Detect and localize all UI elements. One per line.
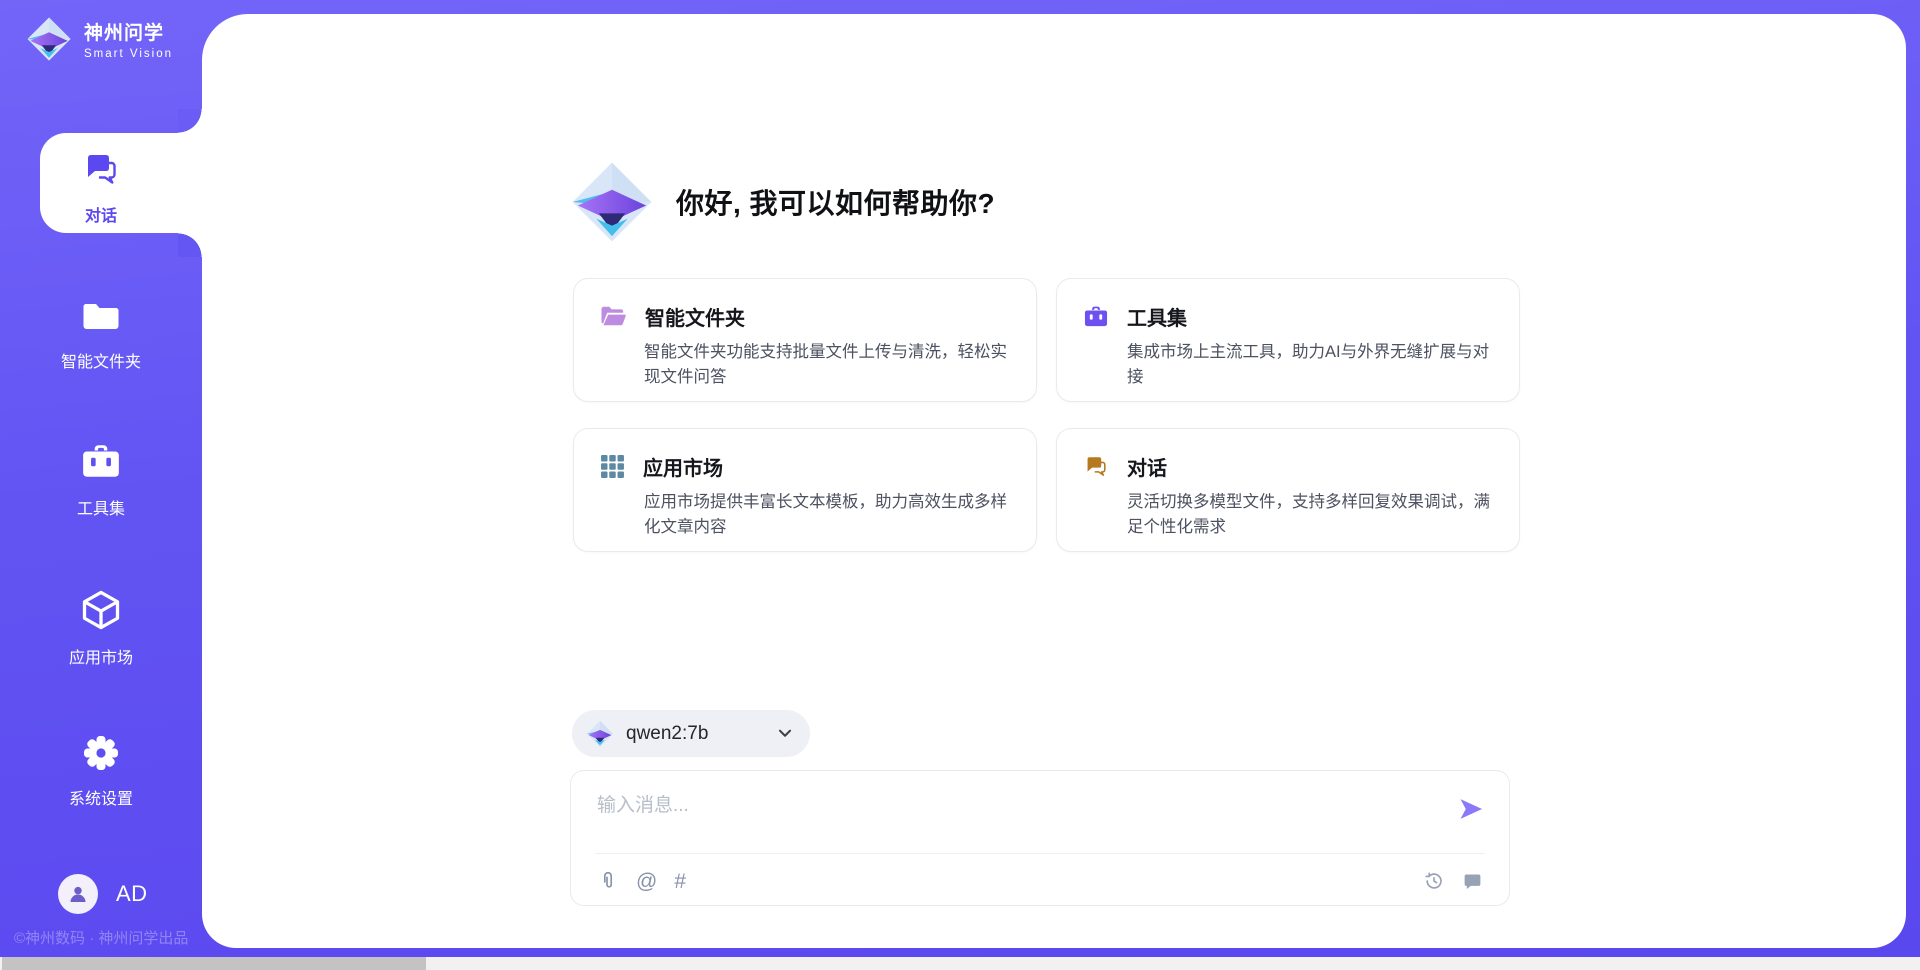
main-panel: 你好, 我可以如何帮助你? 智能文件夹 智能文件夹功能支持批量文件上传与清洗，轻… xyxy=(202,14,1906,948)
person-icon xyxy=(66,882,90,906)
greeting: 你好, 我可以如何帮助你? xyxy=(570,160,995,244)
model-name: qwen2:7b xyxy=(626,723,766,745)
card-app-market[interactable]: 应用市场 应用市场提供丰富长文本模板，助力高效生成多样化文章内容 xyxy=(573,428,1037,552)
horizontal-scrollbar-track[interactable] xyxy=(0,957,1920,970)
sidebar-item-label: 工具集 xyxy=(0,495,202,519)
card-title: 工具集 xyxy=(1127,302,1187,331)
user-initials: AD xyxy=(116,881,148,907)
sidebar: 神州问学 Smart Vision 对话 智能文件夹 工具集 应 xyxy=(0,0,202,970)
hashtag-icon[interactable]: # xyxy=(674,871,686,892)
gear-icon xyxy=(81,733,121,773)
cube-icon xyxy=(79,588,123,632)
sidebar-item-app-market[interactable]: 应用市场 xyxy=(0,588,202,668)
card-description: 集成市场上主流工具，助力AI与外界无缝扩展与对接 xyxy=(1127,340,1493,390)
assistant-diamond-icon xyxy=(570,160,654,244)
sidebar-item-label: 对话 xyxy=(0,202,202,226)
brand-diamond-icon xyxy=(26,16,72,62)
message-input[interactable] xyxy=(597,789,1437,823)
sidebar-item-label: 智能文件夹 xyxy=(0,348,202,372)
folder-icon xyxy=(81,296,121,336)
card-title: 智能文件夹 xyxy=(645,302,745,331)
card-chat[interactable]: 对话 灵活切换多模型文件，支持多样回复效果调试，满足个性化需求 xyxy=(1056,428,1520,552)
grid-icon xyxy=(600,454,625,479)
history-icon[interactable] xyxy=(1423,870,1445,892)
open-folder-icon xyxy=(600,305,627,328)
chat-bubble-icon[interactable] xyxy=(1462,871,1483,892)
card-toolset[interactable]: 工具集 集成市场上主流工具，助力AI与外界无缝扩展与对接 xyxy=(1056,278,1520,402)
mention-icon[interactable]: @ xyxy=(636,871,657,892)
card-description: 智能文件夹功能支持批量文件上传与清洗，轻松实现文件问答 xyxy=(644,340,1010,390)
app-name: 神州问学 xyxy=(84,18,173,45)
toolbox-icon xyxy=(80,441,122,483)
card-description: 应用市场提供丰富长文本模板，助力高效生成多样化文章内容 xyxy=(644,490,1010,540)
app-logo: 神州问学 Smart Vision xyxy=(26,16,173,62)
sidebar-item-toolset[interactable]: 工具集 xyxy=(0,441,202,519)
chat-bubbles-icon xyxy=(1083,454,1109,480)
card-description: 灵活切换多模型文件，支持多样回复效果调试，满足个性化需求 xyxy=(1127,490,1493,540)
card-smart-folder[interactable]: 智能文件夹 智能文件夹功能支持批量文件上传与清洗，轻松实现文件问答 xyxy=(573,278,1037,402)
chat-bubbles-icon xyxy=(81,150,121,190)
sidebar-item-smart-folder[interactable]: 智能文件夹 xyxy=(0,296,202,372)
chevron-down-icon xyxy=(778,729,792,738)
tab-fillet-top xyxy=(178,109,202,133)
card-title: 应用市场 xyxy=(643,452,723,481)
model-selector[interactable]: qwen2:7b xyxy=(572,710,810,757)
avatar xyxy=(58,874,98,914)
card-title: 对话 xyxy=(1127,452,1167,481)
sidebar-item-chat[interactable]: 对话 xyxy=(0,150,202,226)
user-profile[interactable]: AD xyxy=(58,874,148,914)
message-composer: @ # xyxy=(570,770,1510,906)
app-subtitle: Smart Vision xyxy=(84,48,173,60)
tab-fillet-bottom xyxy=(178,233,202,257)
model-diamond-icon xyxy=(586,720,614,748)
copyright-text: ©神州数码 · 神州问学出品 xyxy=(14,927,188,948)
toolbox-icon xyxy=(1083,304,1109,330)
send-icon[interactable] xyxy=(1457,795,1485,823)
horizontal-scrollbar-thumb[interactable] xyxy=(2,957,426,970)
sidebar-item-settings[interactable]: 系统设置 xyxy=(0,733,202,809)
greeting-text: 你好, 我可以如何帮助你? xyxy=(676,182,995,222)
composer-divider xyxy=(595,853,1485,854)
sidebar-item-label: 应用市场 xyxy=(0,644,202,668)
sidebar-item-label: 系统设置 xyxy=(0,785,202,809)
attachment-icon[interactable] xyxy=(597,869,619,893)
